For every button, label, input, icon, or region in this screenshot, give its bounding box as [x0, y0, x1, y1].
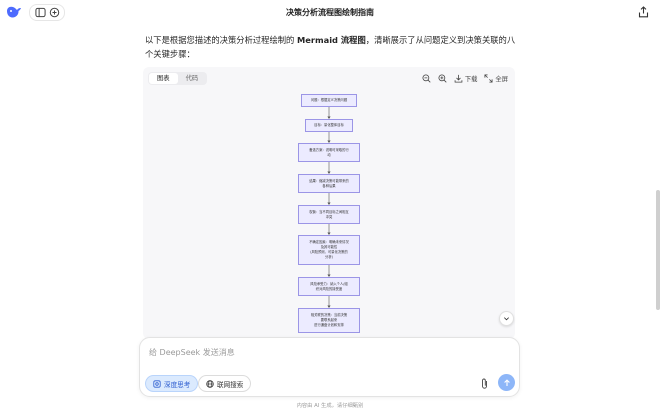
flowchart-node: 结果：缩减决策可能带来的 各种后果: [298, 174, 360, 193]
flowchart-node: 备选方案：说明可采取的行 动: [298, 143, 360, 162]
mermaid-diagram-panel: 问题：根据定义决策问题 目标：量化整体目标备选方案：说明可采取的行 动结果：缩减决…: [143, 67, 515, 339]
scroll-to-bottom-button[interactable]: [499, 311, 514, 326]
fullscreen-label: 全屏: [495, 75, 508, 83]
flowchart-node-label: 相关联的决策：当前决策 要联系起来 进行通盘计划和安排: [310, 313, 348, 327]
message-input[interactable]: 给 DeepSeek 发送消息: [149, 347, 235, 358]
deep-think-label: 深度思考: [164, 380, 191, 389]
arrow-up-icon: [503, 378, 510, 386]
flowchart-node: 相关联的决策：当前决策 要联系起来 进行通盘计划和安排: [298, 308, 360, 333]
flowchart-node-label: 备选方案：说明可采取的行 动: [309, 147, 349, 157]
fullscreen-icon: [484, 73, 493, 83]
assistant-message: 以下是根据您描述的决策分析过程绘制的 Mermaid 流程图，清晰展示了从问题定…: [145, 33, 521, 61]
share-icon[interactable]: [638, 6, 649, 18]
deep-think-button[interactable]: 深度思考: [145, 375, 199, 392]
flowchart-node: 权衡：当不同目标之间相互 冲突: [298, 205, 360, 224]
flowchart-node-label: 问题：根据定义决策问题: [310, 98, 348, 102]
page-title: 决策分析流程图绘制指南: [286, 8, 374, 17]
download-button[interactable]: 下载: [454, 74, 478, 83]
paperclip-icon[interactable]: [480, 378, 489, 389]
page-scrollbar[interactable]: [656, 190, 660, 310]
tab-diagram[interactable]: 图表: [149, 73, 178, 84]
flowchart-node-label: 权衡：当不同目标之间相互 冲突: [309, 209, 349, 219]
flowchart-node-label: 不确定因素：明确未来情况 及其可能性 (风险预测、可量化决策的 分析): [309, 240, 349, 259]
chevron-down-icon: [504, 317, 509, 321]
diagram-toolbar: 下载 全屏: [422, 72, 508, 84]
fullscreen-button[interactable]: 全屏: [484, 73, 508, 83]
flowchart-node: 风险承受力：纳入个人/组 织对风险的接受度: [298, 277, 360, 296]
flowchart-node-label: 结果：缩减决策可能带来的 各种后果: [309, 178, 349, 188]
top-bar: 决策分析流程图绘制指南: [0, 0, 660, 26]
zoom-out-icon[interactable]: [422, 73, 431, 83]
flowchart-node: 目标：量化整体目标: [305, 119, 353, 132]
web-search-label: 联网搜索: [217, 380, 244, 389]
ai-disclaimer: 内容由 AI 生成，请仔细甄别: [296, 403, 364, 409]
tab-code[interactable]: 代码: [178, 73, 207, 84]
intro-bold: Mermaid 流程图: [296, 35, 366, 45]
flowchart-node-label: 风险承受力：纳入个人/组 织对风险的接受度: [310, 281, 348, 291]
deep-think-icon: [153, 379, 161, 388]
zoom-in-icon[interactable]: [438, 73, 447, 83]
send-button[interactable]: [498, 374, 515, 391]
flowchart-node-label: 目标：量化整体目标: [314, 123, 344, 127]
flowchart-node: 不确定因素：明确未来情况 及其可能性 (风险预测、可量化决策的 分析): [298, 235, 360, 265]
globe-icon: [206, 379, 214, 388]
diagram-tabs: 图表 代码: [148, 72, 208, 85]
download-icon: [454, 74, 463, 83]
flowchart-connectors: [327, 107, 331, 308]
message-composer: 给 DeepSeek 发送消息 深度思考 联网搜索: [139, 337, 520, 397]
intro-prefix: 以下是根据您描述的决策分析过程绘制的: [145, 35, 297, 45]
web-search-button[interactable]: 联网搜索: [198, 375, 252, 392]
flowchart-node: 问题：根据定义决策问题: [301, 94, 357, 107]
download-label: 下载: [464, 75, 478, 83]
